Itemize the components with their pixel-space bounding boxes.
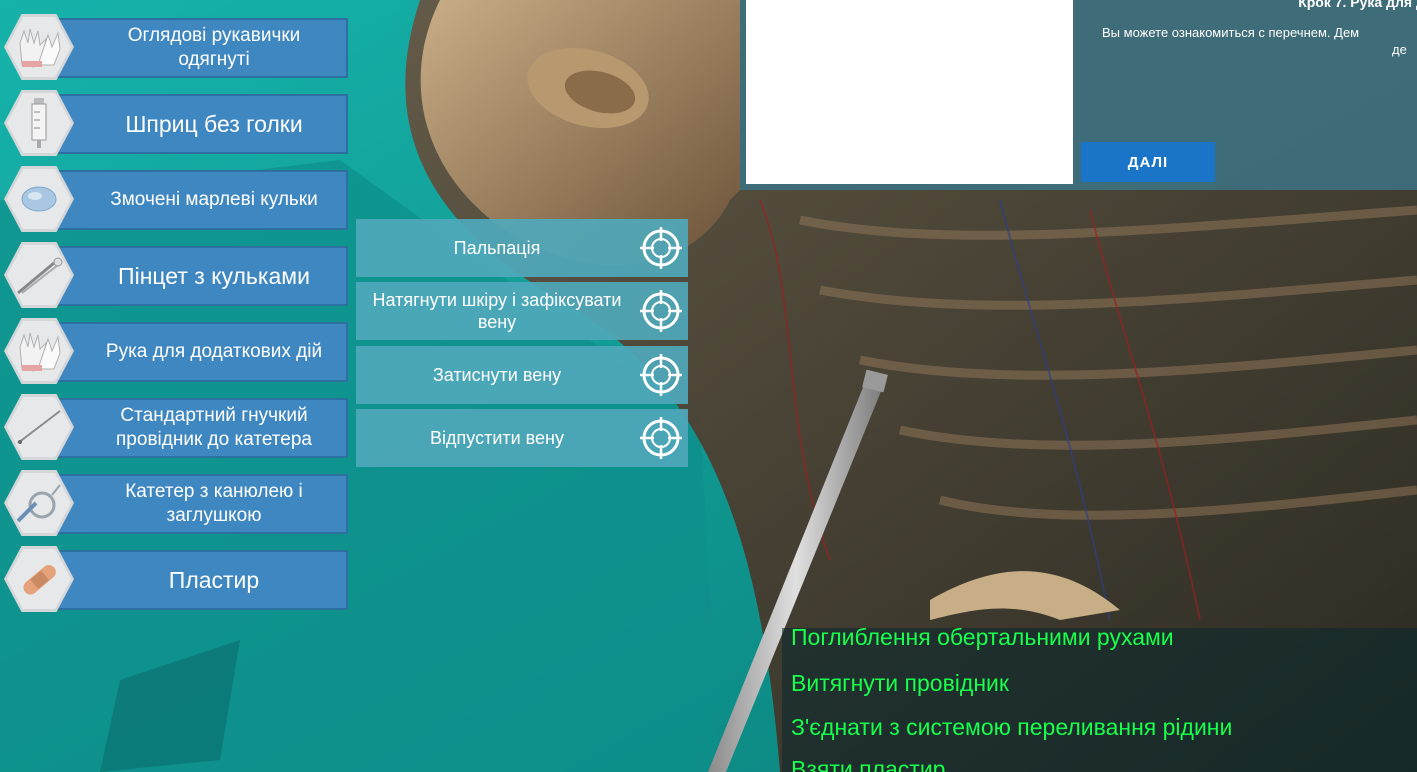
tool-syringe[interactable]: Шприц без голки bbox=[0, 90, 352, 158]
tool-forceps-button[interactable]: Пінцет з кульками bbox=[50, 246, 348, 306]
tool-label: Оглядові рукавички одягнуті bbox=[127, 25, 301, 70]
tool-forceps[interactable]: Пінцет з кульками bbox=[0, 242, 352, 310]
tool-guidewire[interactable]: Стандартний гнучкий провідник до катетер… bbox=[0, 394, 352, 462]
tool-syringe-button[interactable]: Шприц без голки bbox=[50, 94, 348, 154]
action-clamp-vein[interactable]: Затиснути вену bbox=[356, 346, 688, 404]
step-list: Поглиблення обертальними рухами Витягнут… bbox=[782, 628, 1417, 772]
tool-guidewire-button[interactable]: Стандартний гнучкий провідник до катетер… bbox=[50, 398, 348, 458]
action-label: Пальпація bbox=[453, 238, 541, 258]
tool-label: Стандартний гнучкий провідник до катетер… bbox=[116, 405, 312, 450]
step-description-line: Вы можете ознакомиться с перечнем. Дем bbox=[1102, 25, 1360, 40]
step-description-line: де bbox=[1392, 42, 1407, 57]
tool-label: Катетер з канюлею і заглушкою bbox=[125, 481, 303, 526]
step-item: З'єднати з системою переливання рідини bbox=[791, 714, 1233, 740]
action-palpation[interactable]: Пальпація bbox=[356, 219, 688, 277]
action-label: Відпустити вену bbox=[430, 428, 564, 448]
tool-label: Пластир bbox=[168, 567, 260, 593]
next-button[interactable]: ДАЛІ bbox=[1081, 142, 1215, 182]
demo-video-area bbox=[746, 0, 1073, 184]
tool-hand-button[interactable]: Рука для додаткових дій bbox=[50, 322, 348, 382]
tool-hand[interactable]: Рука для додаткових дій bbox=[0, 318, 352, 386]
tool-gloves-button[interactable]: Оглядові рукавички одягнуті bbox=[50, 18, 348, 78]
step-item: Поглиблення обертальними рухами bbox=[791, 628, 1174, 650]
step-item: Взяти пластир bbox=[791, 756, 946, 772]
crosshair-icon[interactable] bbox=[634, 225, 688, 271]
tool-gloves[interactable]: Оглядові рукавички одягнуті bbox=[0, 14, 352, 82]
step-description: Вы можете ознакомиться с перечнем. Дем д… bbox=[1102, 24, 1417, 58]
crosshair-icon[interactable] bbox=[634, 288, 688, 334]
action-label: Натягнути шкіру і зафіксувати вену bbox=[372, 290, 622, 332]
step-title: Крок 7. Рука для дополни bbox=[1298, 0, 1417, 10]
tool-label: Змочені марлеві кульки bbox=[110, 189, 318, 210]
tool-catheter-button[interactable]: Катетер з канюлею і заглушкою bbox=[50, 474, 348, 534]
tool-catheter[interactable]: Катетер з канюлею і заглушкою bbox=[0, 470, 352, 538]
action-release-vein[interactable]: Відпустити вену bbox=[356, 409, 688, 467]
step-item: Витягнути провідник bbox=[791, 670, 1009, 696]
instruction-panel: Крок 7. Рука для дополни Вы можете ознак… bbox=[740, 0, 1417, 190]
tool-label: Шприц без голки bbox=[125, 111, 303, 137]
tool-plaster-button[interactable]: Пластир bbox=[50, 550, 348, 610]
crosshair-icon[interactable] bbox=[634, 415, 688, 461]
action-stretch-skin[interactable]: Натягнути шкіру і зафіксувати вену bbox=[356, 282, 688, 340]
crosshair-icon[interactable] bbox=[634, 352, 688, 398]
tool-label: Пінцет з кульками bbox=[118, 263, 310, 289]
action-label: Затиснути вену bbox=[432, 365, 562, 385]
tool-label: Рука для додаткових дій bbox=[105, 341, 323, 362]
tool-gauze[interactable]: Змочені марлеві кульки bbox=[0, 166, 352, 234]
tool-gauze-button[interactable]: Змочені марлеві кульки bbox=[50, 170, 348, 230]
tool-plaster[interactable]: Пластир bbox=[0, 546, 352, 614]
